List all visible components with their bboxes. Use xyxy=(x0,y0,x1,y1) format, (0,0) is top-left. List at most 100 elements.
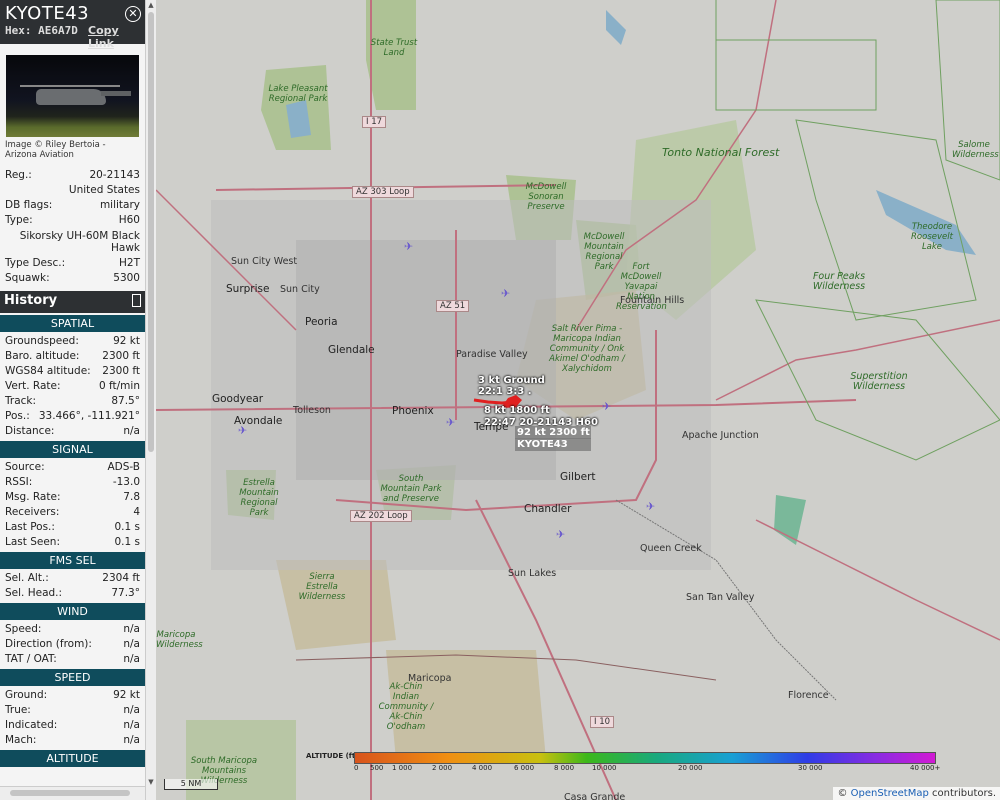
wind-row-value: n/a xyxy=(123,638,140,650)
section-wind: WIND xyxy=(0,603,145,620)
sidebar-scrollbar[interactable]: ▲ ▼ xyxy=(145,0,156,800)
signal-row-label: RSSI: xyxy=(5,476,33,488)
altitude-color-bar xyxy=(354,752,936,764)
spatial-row: Groundspeed: 92 kt xyxy=(0,334,145,349)
signal-row: Receivers: 4 xyxy=(0,505,145,520)
country-row: United States xyxy=(68,184,140,196)
map-label-queen: Queen Creek xyxy=(640,543,702,554)
airport-icon[interactable]: ✈ xyxy=(646,500,655,513)
signal-row-value: -13.0 xyxy=(112,476,140,488)
spatial-row-value: 2300 ft xyxy=(102,365,140,377)
scroll-up-icon[interactable]: ▲ xyxy=(146,1,156,9)
signal-row-value: ADS-B xyxy=(107,461,140,473)
map-view[interactable]: Phoenix Glendale Peoria Surprise Sun Cit… xyxy=(156,0,1000,800)
wind-row-label: TAT / OAT: xyxy=(5,653,57,665)
signal-row-value: 0.1 s xyxy=(114,536,140,548)
fms-row-label: Sel. Alt.: xyxy=(5,572,49,584)
map-label-suntan: San Tan Valley xyxy=(686,592,755,603)
fms-row: Sel. Head.: 77.3° xyxy=(0,586,145,601)
copy-link-button[interactable]: Copy Link xyxy=(88,24,145,50)
history-toggle-icon[interactable] xyxy=(132,294,141,307)
map-label-glendale: Glendale xyxy=(328,344,375,356)
wind-row: TAT / OAT: n/a xyxy=(0,652,145,667)
scroll-down-icon[interactable]: ▼ xyxy=(146,778,156,786)
squawk-row: Squawk: 5300 xyxy=(5,272,140,284)
map-label-suncity: Sun City xyxy=(280,284,320,295)
wind-row: Speed: n/a xyxy=(0,622,145,637)
reg-row: Reg.: 20-21143 xyxy=(5,169,140,181)
map-label-gilbert: Gilbert xyxy=(560,471,596,483)
section-fms: FMS SEL xyxy=(0,552,145,569)
wind-row-value: n/a xyxy=(123,623,140,635)
airport-icon[interactable]: ✈ xyxy=(446,416,455,429)
wind-row: Direction (from): n/a xyxy=(0,637,145,652)
map-label-tonto: Tonto National Forest xyxy=(662,146,780,159)
airport-icon[interactable]: ✈ xyxy=(501,287,510,300)
spatial-row-label: Vert. Rate: xyxy=(5,380,61,392)
speed-row-value: 92 kt xyxy=(113,689,140,701)
signal-row-value: 7.8 xyxy=(123,491,140,503)
altitude-legend: ALTITUDE (ft) 0 500 1 000 2 000 4 000 6 … xyxy=(306,750,946,780)
airport-icon[interactable]: ✈ xyxy=(602,400,611,413)
legend-tick: 40 000+ xyxy=(910,764,941,772)
scrollbar-thumb[interactable] xyxy=(148,12,154,452)
map-label-peoria: Peoria xyxy=(305,316,338,328)
signal-row-label: Source: xyxy=(5,461,45,473)
altitude-legend-title: ALTITUDE (ft) xyxy=(306,752,359,760)
map-canvas[interactable] xyxy=(156,0,1000,800)
road-shield-i17: I 17 xyxy=(362,116,387,128)
aircraft-photo[interactable] xyxy=(6,55,139,137)
airport-icon[interactable]: ✈ xyxy=(238,424,247,437)
speed-row: Mach: n/a xyxy=(0,733,145,748)
map-label-suncitywest: Sun City West xyxy=(231,256,298,267)
legend-tick: 1 000 xyxy=(392,764,413,772)
close-icon[interactable]: ✕ xyxy=(125,6,141,22)
map-park-salome: Salome Wilderness xyxy=(952,140,999,160)
dbflags-row: DB flags: military xyxy=(5,199,140,211)
photo-credit: Image © Riley Bertoia - Arizona Aviation xyxy=(5,140,106,160)
speed-row-label: Ground: xyxy=(5,689,48,701)
wind-row-label: Direction (from): xyxy=(5,638,92,650)
spatial-row: WGS84 altitude: 2300 ft xyxy=(0,364,145,379)
map-label-apache: Apache Junction xyxy=(682,430,759,441)
legend-tick: 8 000 xyxy=(554,764,575,772)
signal-row-label: Msg. Rate: xyxy=(5,491,61,503)
wind-row-value: n/a xyxy=(123,653,140,665)
legend-tick: 2 000 xyxy=(432,764,453,772)
aircraft-label-line[interactable]: 22:1 3:3 . xyxy=(476,385,534,398)
spatial-row-value: 0 ft/min xyxy=(99,380,140,392)
map-park-mcdsonoran: McDowell Sonoran Preserve xyxy=(525,182,567,212)
speed-row: Ground: 92 kt xyxy=(0,688,145,703)
typedesc-row: Type Desc.: H2T xyxy=(5,257,140,269)
spatial-row-value: 92 kt xyxy=(113,335,140,347)
airport-icon[interactable]: ✈ xyxy=(556,528,565,541)
selected-aircraft-callsign[interactable]: KYOTE43 xyxy=(515,438,591,451)
horizontal-scrollbar[interactable] xyxy=(0,786,145,800)
speed-row-value: n/a xyxy=(123,734,140,746)
speed-row-value: n/a xyxy=(123,704,140,716)
road-shield-az202: AZ 202 Loop xyxy=(350,510,412,522)
signal-row-value: 0.1 s xyxy=(114,521,140,533)
spatial-row: Baro. altitude: 2300 ft xyxy=(0,349,145,364)
map-park-maricopaw: Maricopa Wilderness xyxy=(156,630,203,650)
history-toggle[interactable]: History xyxy=(0,291,145,313)
road-shield-az51: AZ 51 xyxy=(436,300,470,312)
map-park-lakepleasant: Lake Pleasant Regional Park xyxy=(268,84,328,104)
map-label-tolleson: Tolleson xyxy=(293,405,331,416)
speed-row: Indicated: n/a xyxy=(0,718,145,733)
speed-row-label: Mach: xyxy=(5,734,37,746)
fms-row-value: 2304 ft xyxy=(102,572,140,584)
airport-icon[interactable]: ✈ xyxy=(404,240,413,253)
wind-row-label: Speed: xyxy=(5,623,42,635)
section-spatial: SPATIAL xyxy=(0,315,145,332)
aircraft-info-panel: KYOTE43 ✕ Hex: AE6A7D Copy Link Image © … xyxy=(0,0,145,800)
road-shield-az303: AZ 303 Loop xyxy=(352,186,414,198)
fms-row-label: Sel. Head.: xyxy=(5,587,63,599)
type-row: Type: H60 xyxy=(5,214,140,226)
osm-link[interactable]: OpenStreetMap xyxy=(851,788,929,799)
fms-row-value: 77.3° xyxy=(111,587,140,599)
speed-row-label: Indicated: xyxy=(5,719,58,731)
wind-rows: Speed: n/a Direction (from): n/a TAT / OAT: n… xyxy=(0,622,145,667)
spatial-row: Distance: n/a xyxy=(0,424,145,439)
map-park-superstition: Superstition Wilderness xyxy=(850,371,908,392)
